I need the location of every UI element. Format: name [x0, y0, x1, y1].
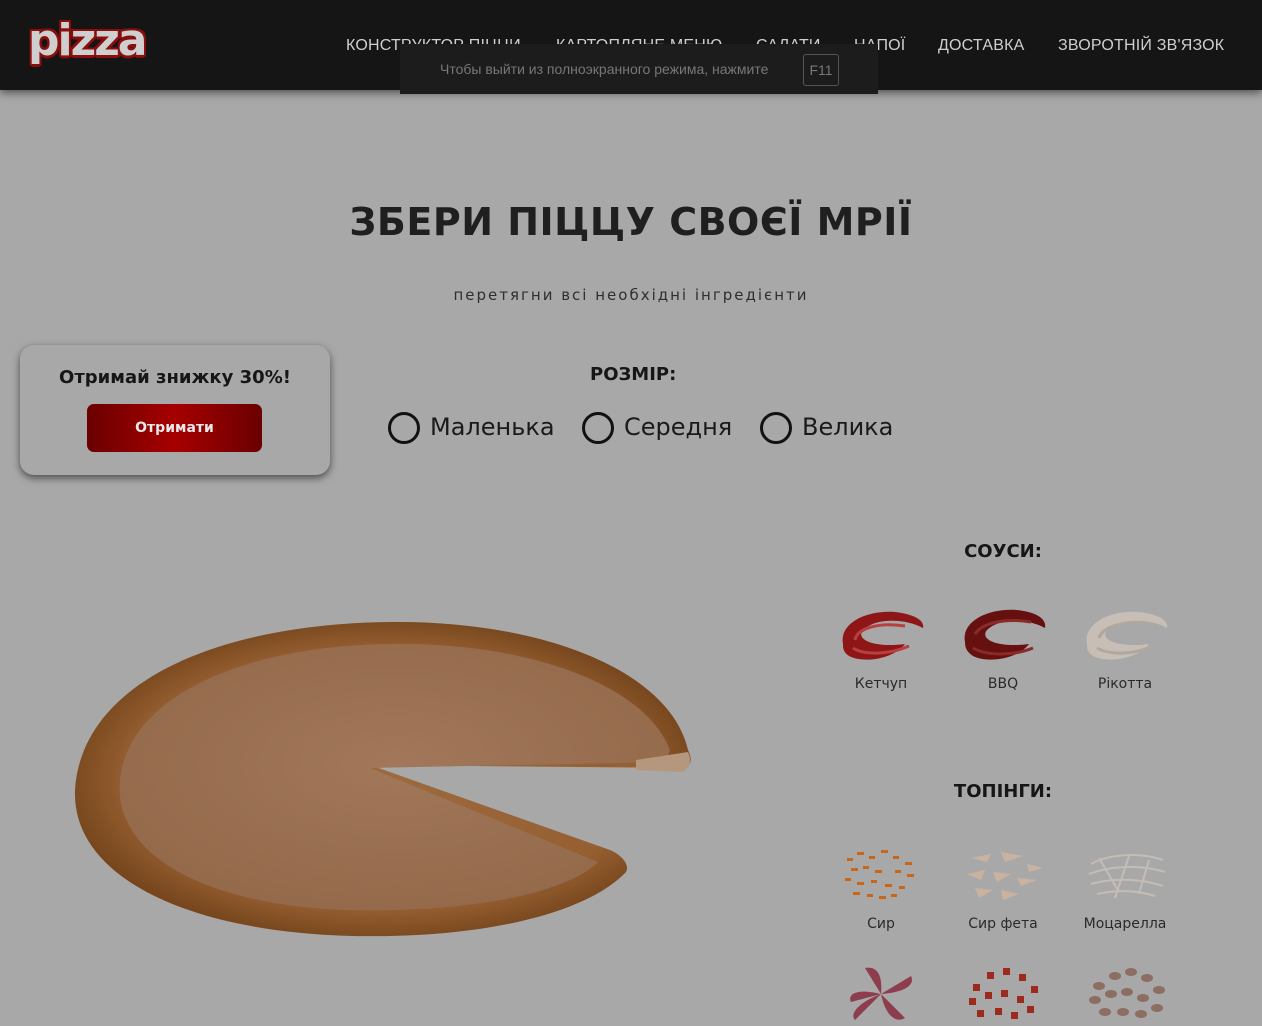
- ketchup-sauce-icon: [842, 611, 924, 660]
- size-option-label: Велика: [802, 413, 894, 441]
- sauce-item-bbq[interactable]: BBQ: [948, 604, 1058, 692]
- topping-item-mushroom[interactable]: [1070, 962, 1180, 1026]
- nav-item-feedback[interactable]: ЗВОРОТНІЙ ЗВ'ЯЗОК: [1058, 36, 1224, 56]
- size-option-large[interactable]: Велика: [760, 410, 900, 444]
- topping-name: Сир фета: [968, 916, 1038, 932]
- pizza-dough-base[interactable]: [70, 610, 700, 950]
- get-discount-button[interactable]: Отримати: [87, 404, 262, 452]
- cheese-icon: [845, 850, 914, 899]
- page-subtitle: перетягни всі необхідні інгредієнти: [453, 286, 809, 304]
- radio-circle-icon[interactable]: [760, 412, 792, 444]
- size-option-medium[interactable]: Середня: [582, 410, 742, 444]
- topping-item-tomato[interactable]: [948, 962, 1058, 1026]
- nav-item-delivery[interactable]: ДОСТАВКА: [938, 36, 1024, 56]
- fullscreen-exit-hint: Чтобы выйти из полноэкранного режима, на…: [400, 44, 878, 94]
- sauce-name: BBQ: [987, 676, 1019, 692]
- bbq-sauce-icon: [964, 609, 1046, 660]
- sauce-name: Рікотта: [1097, 676, 1153, 692]
- topping-item-mozzarella[interactable]: Моцарелла: [1070, 844, 1180, 932]
- sauce-item-ketchup[interactable]: Кетчуп: [826, 604, 936, 692]
- sauces-section-title: СОУСИ:: [964, 541, 1042, 562]
- topping-name: Моцарелла: [1083, 916, 1167, 932]
- topping-item-cheese[interactable]: Сир: [826, 844, 936, 932]
- sauce-name: Кетчуп: [854, 676, 908, 692]
- mushroom-icon: [1089, 968, 1165, 1018]
- discount-promo-card: Отримай знижку 30%! Отримати: [20, 345, 330, 475]
- pizza-dough-icon: [74, 621, 691, 937]
- mozzarella-icon: [1088, 854, 1166, 899]
- f11-key-badge: F11: [803, 54, 839, 86]
- size-option-label: Середня: [624, 413, 733, 441]
- size-label: РОЗМІР:: [590, 364, 677, 385]
- size-option-label: Маленька: [430, 413, 555, 441]
- radio-circle-icon[interactable]: [582, 412, 614, 444]
- page-title: ЗБЕРИ ПІЦЦУ СВОЄЇ МРІЇ: [349, 200, 913, 244]
- topping-item-feta[interactable]: Сир фета: [948, 844, 1058, 932]
- fullscreen-hint-text: Чтобы выйти из полноэкранного режима, на…: [440, 61, 769, 77]
- sauce-item-ricotta[interactable]: Рікотта: [1070, 604, 1180, 692]
- toppings-section-title: ТОПІНГИ:: [953, 781, 1053, 802]
- feta-cheese-icon: [967, 852, 1043, 900]
- promo-title: Отримай знижку 30%!: [59, 367, 291, 388]
- salami-icon: [850, 967, 912, 1020]
- topping-name: Сир: [867, 916, 895, 932]
- topping-item-salami[interactable]: [826, 962, 936, 1026]
- ricotta-sauce-icon: [1086, 611, 1168, 660]
- tomato-icon: [969, 968, 1038, 1019]
- size-option-small[interactable]: Маленька: [388, 410, 558, 444]
- radio-circle-icon[interactable]: [388, 412, 420, 444]
